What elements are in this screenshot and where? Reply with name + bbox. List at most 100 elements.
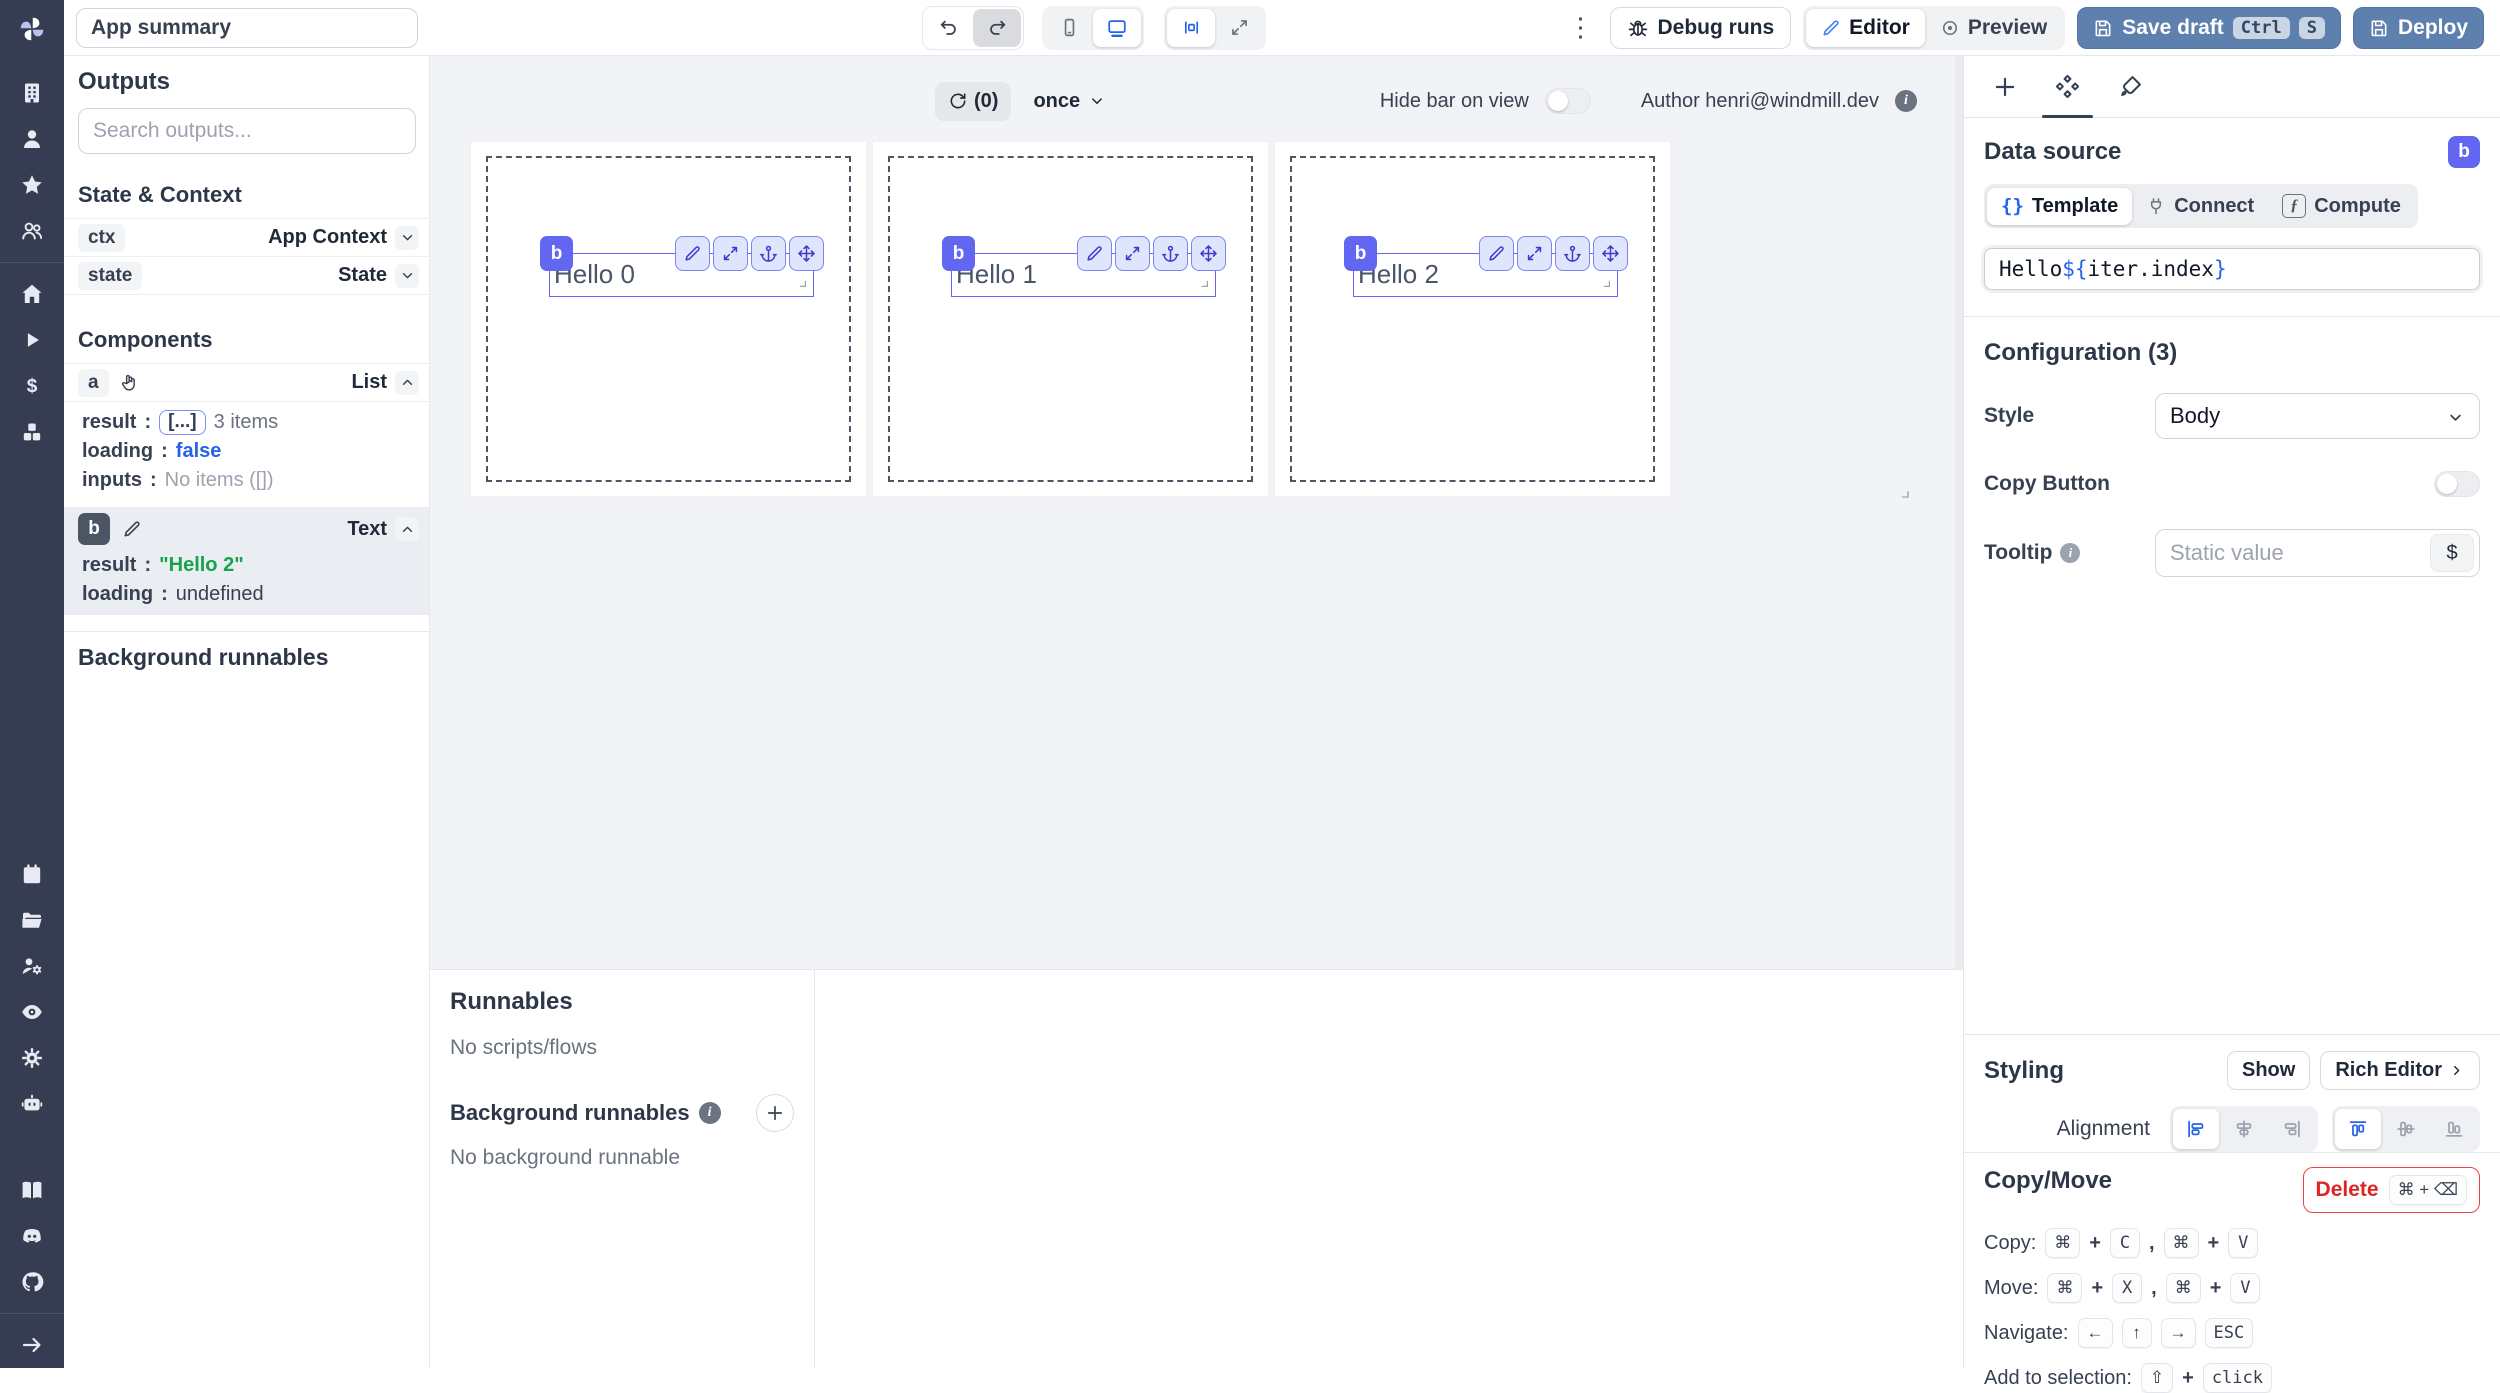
workers-user-cog-icon[interactable]: [0, 943, 64, 989]
chevron-up-icon[interactable]: [395, 370, 419, 395]
text-component[interactable]: b Hello 1: [942, 236, 1226, 297]
style-select[interactable]: Body: [2155, 393, 2480, 439]
deploy-button[interactable]: Deploy: [2352, 6, 2484, 49]
expand-icon[interactable]: [1115, 236, 1150, 271]
rich-editor-button[interactable]: Rich Editor: [2320, 1051, 2480, 1090]
template-code-input[interactable]: Hello ${iter.index}: [1984, 248, 2480, 290]
tab-compute[interactable]: ƒ Compute: [2268, 187, 2415, 225]
state-row[interactable]: state State: [64, 257, 429, 295]
chevron-down-icon[interactable]: [395, 263, 419, 288]
move-icon[interactable]: [789, 236, 824, 271]
undo-button[interactable]: [925, 9, 973, 47]
favorites-star-icon[interactable]: [0, 162, 64, 208]
copy-button-toggle[interactable]: [2434, 471, 2480, 497]
component-badge: b: [1344, 236, 1377, 271]
list-card[interactable]: b Hello 0: [470, 141, 867, 497]
align-bottom-button[interactable]: [2431, 1109, 2477, 1149]
edit-pencil-icon[interactable]: [675, 236, 710, 271]
center-layout-button[interactable]: [1167, 8, 1215, 47]
runs-play-icon[interactable]: [0, 317, 64, 363]
variables-dollar-icon[interactable]: [0, 363, 64, 409]
groups-icon[interactable]: [0, 208, 64, 254]
component-settings-tab[interactable]: [2042, 56, 2093, 118]
grid-resize-handle-icon[interactable]: [1898, 486, 1914, 504]
redo-button[interactable]: [973, 8, 1021, 47]
home-icon[interactable]: [0, 271, 64, 317]
info-icon[interactable]: i: [2060, 543, 2081, 563]
windmill-logo-icon[interactable]: [17, 14, 47, 44]
text-component[interactable]: b Hello 0: [540, 236, 824, 297]
move-icon[interactable]: [1593, 236, 1628, 271]
debug-runs-button[interactable]: Debug runs: [1609, 6, 1792, 49]
user-icon[interactable]: [0, 116, 64, 162]
dynamic-value-button[interactable]: $: [2430, 534, 2474, 572]
text-component[interactable]: b Hello 2: [1344, 236, 1628, 297]
resize-handle-icon[interactable]: [1198, 276, 1213, 294]
move-icon[interactable]: [1191, 236, 1226, 271]
add-background-runnable-button[interactable]: [756, 1094, 794, 1132]
tab-preview[interactable]: Preview: [1925, 9, 2062, 47]
more-menu-icon[interactable]: ⋮: [1564, 12, 1598, 43]
resources-cubes-icon[interactable]: [0, 409, 64, 455]
list-card[interactable]: b Hello 1: [872, 141, 1269, 497]
info-icon[interactable]: i: [1895, 90, 1917, 112]
component-a-row[interactable]: a List: [64, 364, 429, 402]
chevron-down-icon[interactable]: [395, 225, 419, 250]
component-b-block[interactable]: b Text result: "Hello 2" loading: undefi…: [64, 507, 429, 615]
list-card[interactable]: b Hello 2: [1274, 141, 1671, 497]
schedules-calendar-icon[interactable]: [0, 851, 64, 897]
schedule-dropdown[interactable]: once: [1033, 90, 1106, 113]
ctx-row[interactable]: ctx App Context: [64, 219, 429, 257]
canvas-scrollbar[interactable]: [1955, 56, 1963, 969]
tab-editor[interactable]: Editor: [1806, 8, 1925, 47]
edit-pencil-icon[interactable]: [1479, 236, 1514, 271]
info-icon[interactable]: i: [698, 1102, 721, 1124]
resize-handle-icon[interactable]: [1600, 276, 1615, 294]
result-label: result: [82, 411, 137, 433]
folders-icon[interactable]: [0, 897, 64, 943]
align-right-button[interactable]: [2269, 1109, 2315, 1149]
edit-pencil-icon[interactable]: [1077, 236, 1112, 271]
expand-icon[interactable]: [1517, 236, 1552, 271]
hand-pointer-icon[interactable]: [119, 373, 139, 393]
search-outputs-input[interactable]: [78, 108, 416, 154]
pencil-icon[interactable]: [122, 519, 142, 539]
tooltip-input[interactable]: Static value $: [2155, 529, 2480, 577]
align-center-h-button[interactable]: [2221, 1109, 2267, 1149]
chevron-up-icon[interactable]: [395, 517, 419, 541]
a-result-row[interactable]: result: [...] 3 items: [64, 408, 429, 437]
align-top-button[interactable]: [2335, 1109, 2381, 1149]
delete-component-button[interactable]: Delete ⌘ + ⌫: [2302, 1167, 2480, 1213]
schedule-value: once: [1033, 89, 1081, 112]
discord-icon[interactable]: [0, 1213, 64, 1259]
mobile-view-button[interactable]: [1045, 9, 1093, 47]
resize-handle-icon[interactable]: [796, 276, 811, 294]
github-icon[interactable]: [0, 1259, 64, 1305]
anchor-icon[interactable]: [1153, 236, 1188, 271]
anchor-icon[interactable]: [1555, 236, 1590, 271]
save-draft-button[interactable]: Save draft Ctrl S: [2077, 6, 2341, 49]
expand-sidebar-arrow-icon[interactable]: [0, 1322, 64, 1368]
anchor-icon[interactable]: [751, 236, 786, 271]
fullscreen-button[interactable]: [1215, 9, 1263, 47]
desktop-view-button[interactable]: [1093, 8, 1141, 47]
settings-gear-icon[interactable]: [0, 1035, 64, 1081]
align-middle-button[interactable]: [2383, 1109, 2429, 1149]
tab-connect[interactable]: Connect: [2132, 188, 2268, 225]
refresh-count-button[interactable]: (0): [935, 81, 1012, 121]
workspace-icon[interactable]: [0, 70, 64, 116]
array-collapsed-chip[interactable]: [...]: [159, 410, 206, 435]
hide-bar-toggle[interactable]: [1544, 88, 1591, 114]
tab-template[interactable]: {} Template: [1987, 187, 2133, 225]
audit-eye-icon[interactable]: [0, 989, 64, 1035]
expand-icon[interactable]: [713, 236, 748, 271]
refresh-count: (0): [974, 89, 999, 112]
show-styling-button[interactable]: Show: [2226, 1051, 2311, 1090]
ai-bot-icon[interactable]: [0, 1081, 64, 1127]
docs-book-icon[interactable]: [0, 1167, 64, 1213]
styling-brush-tab[interactable]: [2117, 56, 2144, 117]
app-summary-input[interactable]: [76, 7, 418, 48]
app-canvas[interactable]: (0) once Hide bar on view Author henri@w…: [430, 56, 1963, 969]
insert-component-tab[interactable]: [1992, 56, 2018, 117]
align-left-button[interactable]: [2173, 1109, 2219, 1149]
